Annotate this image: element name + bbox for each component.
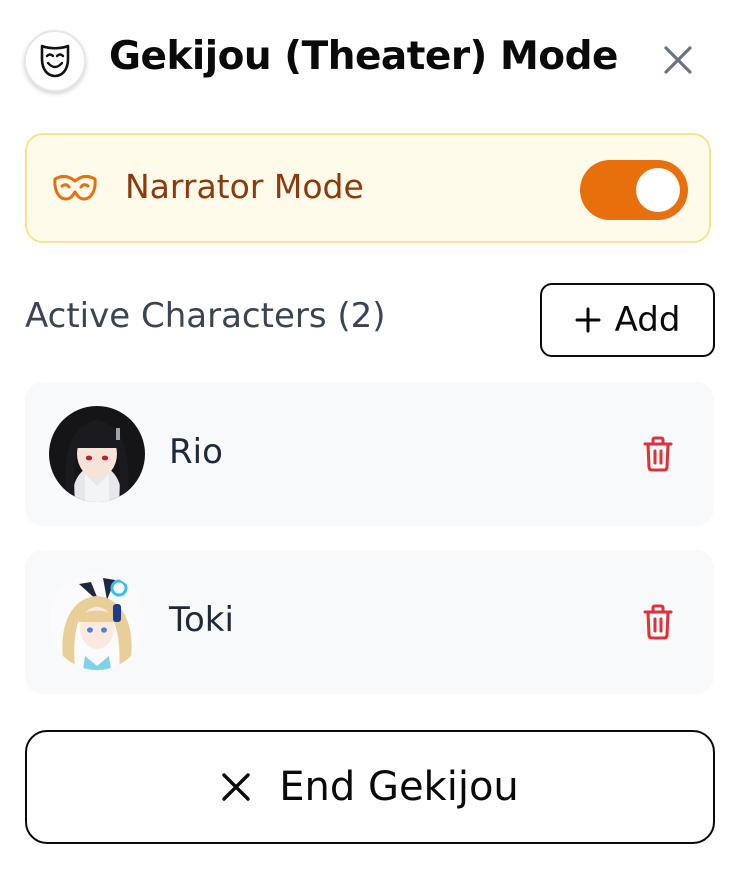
delete-character-button[interactable] xyxy=(638,602,678,642)
end-gekijou-label: End Gekijou xyxy=(279,764,519,810)
rio-avatar xyxy=(49,406,145,502)
delete-character-button[interactable] xyxy=(638,434,678,474)
add-button-label: Add xyxy=(614,300,681,340)
plus-icon xyxy=(575,307,601,333)
narrator-mode-label: Narrator Mode xyxy=(125,167,364,206)
trash-icon xyxy=(643,436,673,472)
close-icon xyxy=(222,773,250,801)
dialog-title: Gekijou (Theater) Mode xyxy=(109,34,618,79)
close-icon xyxy=(664,46,692,74)
dialog-header: Gekijou (Theater) Mode xyxy=(24,28,718,94)
theater-mask-icon xyxy=(24,30,86,92)
domino-mask-icon xyxy=(51,171,99,207)
toki-avatar xyxy=(49,574,145,670)
add-character-button[interactable]: Add xyxy=(540,283,715,357)
close-button[interactable] xyxy=(660,42,696,78)
character-name: Toki xyxy=(169,600,234,640)
gekijou-dialog: Gekijou (Theater) Mode Narrator Mode Act… xyxy=(0,0,741,874)
trash-icon xyxy=(643,604,673,640)
character-row-toki: Toki xyxy=(25,550,714,694)
narrator-mode-card: Narrator Mode xyxy=(25,133,711,243)
narrator-mode-toggle[interactable] xyxy=(580,160,688,220)
character-row-rio: Rio xyxy=(25,382,714,526)
character-name: Rio xyxy=(169,432,223,472)
active-characters-heading: Active Characters (2) xyxy=(25,296,386,336)
toggle-knob xyxy=(636,168,680,212)
end-gekijou-button[interactable]: End Gekijou xyxy=(25,730,715,844)
